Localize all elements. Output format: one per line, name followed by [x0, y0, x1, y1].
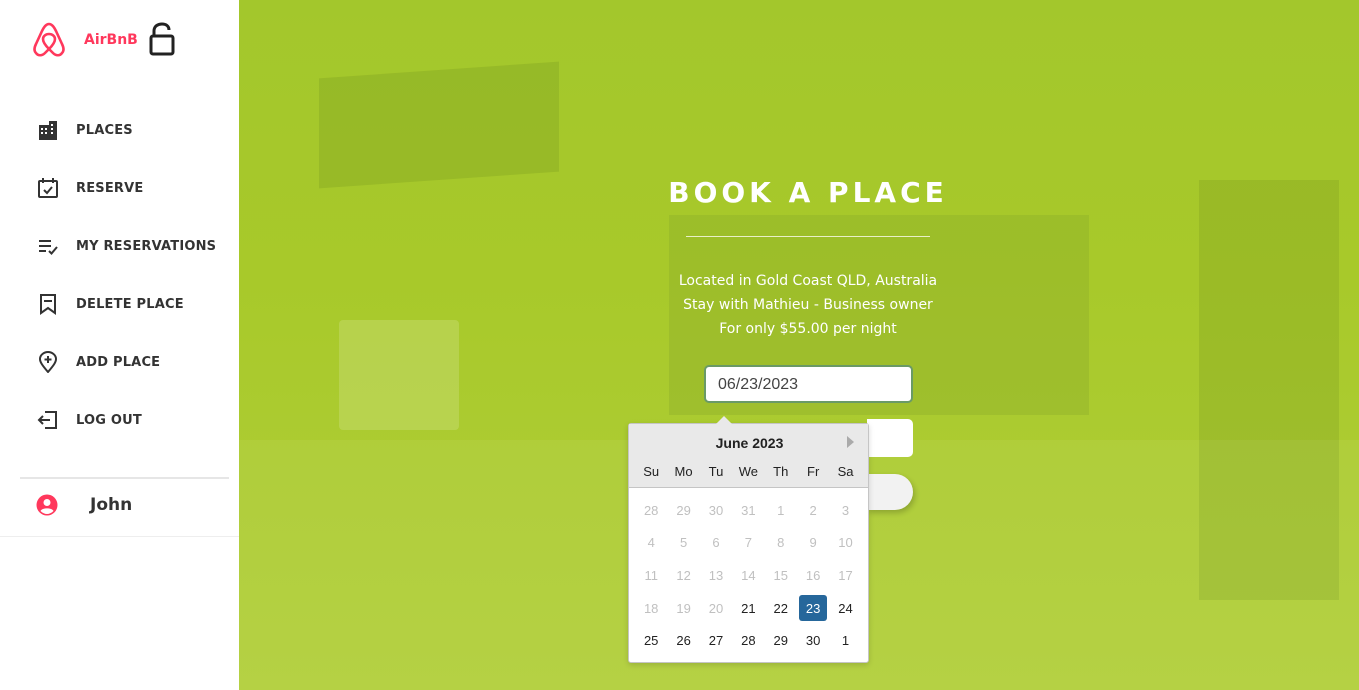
calendar-day-selected[interactable]: 23 [797, 592, 829, 625]
calendar-day: 29 [676, 502, 691, 518]
bookmark-icon [36, 292, 60, 316]
brand-name: AirBnB [84, 32, 138, 48]
calendar-check-icon [36, 176, 60, 200]
datepicker-header: June 2023 Su Mo Tu We Th Fr Sa [629, 424, 868, 488]
calendar-day: 30 [708, 502, 724, 518]
airbnb-logo-icon [33, 22, 65, 57]
secondary-input[interactable] [867, 419, 913, 457]
sidebar-divider [20, 477, 229, 479]
calendar-day[interactable]: 28 [732, 624, 764, 657]
sidebar-item-add-place[interactable]: ADD PLACE [36, 333, 160, 391]
sidebar: AirBnB PLACES RESERVE MY RESERVATIONS DE… [0, 0, 239, 690]
calendar-day: 6 [712, 535, 720, 551]
calendar-day: 10 [838, 535, 853, 551]
calendar-day: 18 [643, 600, 659, 616]
building-icon [36, 118, 60, 142]
calendar-day: 16 [805, 567, 821, 583]
weekday-label: Tu [708, 464, 724, 479]
calendar-day: 20 [708, 600, 724, 616]
sidebar-item-label: RESERVE [76, 180, 144, 196]
title-underline [686, 236, 930, 237]
logout-icon [36, 408, 60, 432]
calendar-day[interactable]: 29 [765, 624, 797, 657]
sidebar-bottom-divider [0, 536, 239, 537]
calendar-day: 31 [741, 502, 756, 518]
calendar-day[interactable]: 26 [667, 624, 699, 657]
calendar-day: 2 [809, 502, 817, 518]
date-input[interactable]: 06/23/2023 [704, 365, 913, 403]
price-text: For only $55.00 per night [719, 321, 897, 337]
datepicker-days: 28 29 30 31 1 2 3 4 5 6 7 8 9 10 11 12 13 14 15 16 17 18 19 20 2… [635, 494, 862, 657]
sidebar-item-label: ADD PLACE [76, 354, 161, 370]
submit-button[interactable] [867, 474, 913, 510]
calendar-day: 1 [777, 502, 785, 518]
weekday-row: Su Mo Tu We Th Fr Sa [635, 464, 862, 479]
calendar-day[interactable]: 25 [635, 624, 667, 657]
calendar-day[interactable]: 1 [829, 624, 861, 657]
sidebar-item-label: MY RESERVATIONS [76, 238, 217, 254]
calendar-day: 7 [744, 535, 752, 551]
calendar-day: 11 [644, 567, 658, 583]
calendar-day[interactable]: 24 [829, 592, 861, 625]
calendar-day: 28 [643, 502, 659, 518]
user-name: John [90, 495, 133, 515]
sidebar-item-delete-place[interactable]: DELETE PLACE [36, 275, 184, 333]
calendar-day: 8 [777, 535, 785, 551]
weekday-label: Th [773, 464, 789, 479]
sidebar-item-reserve[interactable]: RESERVE [36, 159, 144, 217]
list-check-icon [36, 234, 60, 258]
user-circle-icon [36, 494, 58, 516]
weekday-label: Mo [674, 464, 693, 479]
calendar-day[interactable]: 22 [765, 592, 797, 625]
page-title: BOOK A PLACE [668, 176, 948, 209]
datepicker-month-label: June 2023 [715, 435, 784, 451]
host-text: Stay with Mathieu - Business owner [683, 297, 933, 313]
calendar-day: 15 [773, 567, 788, 583]
calendar-day: 19 [676, 600, 691, 616]
datepicker: June 2023 Su Mo Tu We Th Fr Sa 28 29 30 31 1 2 3 4 5 6 7… [628, 416, 869, 663]
location-plus-icon [36, 350, 60, 374]
weekday-label: Fr [807, 464, 820, 479]
calendar-day[interactable]: 21 [732, 592, 764, 625]
sidebar-item-label: LOG OUT [76, 412, 142, 428]
location-text: Located in Gold Coast QLD, Australia [678, 273, 938, 289]
sidebar-item-places[interactable]: PLACES [36, 101, 133, 159]
unlock-icon[interactable] [148, 22, 176, 56]
calendar-day: 3 [841, 502, 850, 518]
calendar-day: 17 [838, 567, 853, 583]
weekday-label: Su [643, 464, 660, 479]
calendar-day: 5 [679, 535, 688, 551]
sidebar-item-log-out[interactable]: LOG OUT [36, 391, 142, 449]
user-profile[interactable]: John [36, 494, 132, 516]
sidebar-item-label: PLACES [76, 122, 133, 138]
next-month-icon[interactable] [847, 436, 854, 448]
sidebar-item-my-reservations[interactable]: MY RESERVATIONS [36, 217, 216, 275]
weekday-label: We [738, 464, 758, 479]
datepicker-pointer [716, 416, 732, 424]
brand[interactable]: AirBnB [30, 20, 175, 60]
calendar-day[interactable]: 30 [797, 624, 829, 657]
sidebar-item-label: DELETE PLACE [76, 296, 184, 312]
calendar-day: 14 [741, 567, 756, 583]
calendar-day: 4 [647, 535, 655, 551]
calendar-day: 13 [708, 567, 724, 583]
calendar-day[interactable]: 27 [700, 624, 732, 657]
booking-panel: BOOK A PLACE Located in Gold Coast QLD, … [239, 0, 1359, 690]
calendar-day: 12 [676, 567, 691, 583]
weekday-label: Sa [837, 464, 854, 479]
calendar-day: 9 [809, 535, 817, 551]
